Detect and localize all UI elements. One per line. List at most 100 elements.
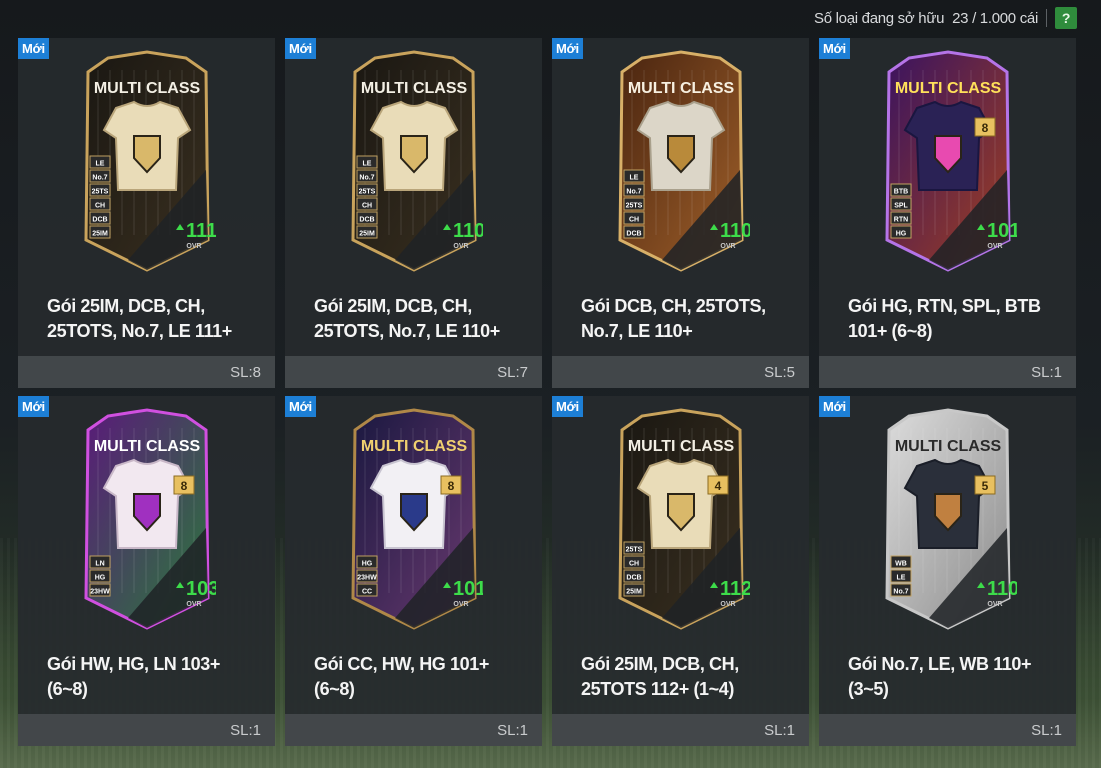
- card-ovr: 101: [987, 220, 1017, 242]
- class-tag-label: CH: [362, 203, 372, 210]
- pack-item[interactable]: Mới MULTI CLASS 8 LN HG 23HW 103 OVR Gói HW, H…: [18, 396, 275, 746]
- card-ovr: 110: [720, 220, 750, 242]
- pack-title-line-1: Gói HW, HG, LN 103+: [47, 654, 220, 674]
- class-tag-label: HG: [95, 575, 106, 582]
- card-svg: MULTI CLASS 8 HG 23HW CC 101OVR: [351, 408, 483, 630]
- class-tag-label: WB: [895, 561, 907, 568]
- card-svg: MULTI CLASS 8 BTB SPL RTN HG 101OVR: [885, 50, 1017, 272]
- card-ovr: 111: [186, 220, 216, 242]
- pack-item[interactable]: Mới MULTI CLASS 8 BTB SPL RTN HG 101 OVR Gói HG…: [819, 38, 1076, 388]
- class-tag-label: CH: [95, 203, 105, 210]
- class-tag-label: LE: [897, 575, 906, 582]
- pack-item[interactable]: Mới MULTI CLASS 5 WB LE No.7 110 OVR Gói No.7,…: [819, 396, 1076, 746]
- card-svg: MULTI CLASS LE No.7 25TS CH DCB 25IM 111OVR: [84, 50, 216, 272]
- card-ovr: 112: [720, 578, 750, 600]
- class-tag-label: LE: [363, 161, 372, 168]
- card-level: 8: [448, 479, 455, 493]
- card-ovr-label: OVR: [186, 243, 201, 250]
- player-card-image: MULTI CLASS LE No.7 25TS CH DCB 25IM 110 OVR: [345, 50, 483, 272]
- pack-title: Gói HG, RTN, SPL, BTB 101+ (6~8): [848, 294, 1063, 344]
- pack-footer: SL:1: [552, 714, 809, 746]
- pack-title: Gói HW, HG, LN 103+ (6~8): [47, 652, 262, 702]
- class-tag-label: 25TS: [626, 547, 643, 554]
- class-tag-label: 23HW: [90, 589, 110, 596]
- player-card-image: MULTI CLASS LE No.7 25TS CH DCB 25IM 111 OVR: [78, 50, 216, 272]
- card-svg: MULTI CLASS 8 LN HG 23HW 103OVR: [84, 408, 216, 630]
- help-button[interactable]: ?: [1055, 7, 1077, 29]
- player-card-image: MULTI CLASS 8 LN HG 23HW 103 OVR: [78, 408, 216, 630]
- card-ovr-label: OVR: [720, 601, 735, 608]
- player-card-image: MULTI CLASS 5 WB LE No.7 110 OVR: [879, 408, 1017, 630]
- class-tag-label: DCB: [359, 217, 374, 224]
- class-tag-label: LE: [96, 161, 105, 168]
- player-card-image: MULTI CLASS 8 HG 23HW CC 101 OVR: [345, 408, 483, 630]
- pack-title-line-2: (6~8): [47, 679, 88, 699]
- pack-footer: SL:1: [285, 714, 542, 746]
- card-level: 5: [982, 479, 989, 493]
- owned-count: 23 / 1.000 cái: [952, 9, 1038, 27]
- card-ovr-label: OVR: [720, 243, 735, 250]
- class-tag-label: CC: [362, 589, 372, 596]
- class-tag-label: No.7: [893, 589, 908, 596]
- pack-item[interactable]: Mới MULTI CLASS LE No.7 25TS CH DCB 25IM 110 OVR…: [285, 38, 542, 388]
- class-tag-label: CH: [629, 217, 639, 224]
- new-badge: Mới: [18, 396, 49, 417]
- pack-grid: Mới MULTI CLASS LE No.7 25TS CH DCB 25IM 111 OVR…: [18, 38, 1076, 746]
- pack-footer: SL:7: [285, 356, 542, 388]
- pack-title-line-2: 101+ (6~8): [848, 321, 933, 341]
- class-tag-label: 25IM: [626, 589, 642, 596]
- new-badge: Mới: [552, 396, 583, 417]
- pack-item[interactable]: Mới MULTI CLASS LE No.7 25TS CH DCB 25IM 111 OVR…: [18, 38, 275, 388]
- card-class-label: MULTI CLASS: [895, 80, 1002, 97]
- pack-title-line-1: Gói DCB, CH, 25TOTS,: [581, 296, 766, 316]
- card-ovr-label: OVR: [186, 601, 201, 608]
- card-ovr-label: OVR: [987, 243, 1002, 250]
- class-tag-label: No.7: [92, 175, 107, 182]
- class-tag-label: CH: [629, 561, 639, 568]
- new-badge: Mới: [819, 38, 850, 59]
- pack-title-line-2: 25TOTS, No.7, LE 111+: [47, 321, 232, 341]
- card-class-label: MULTI CLASS: [361, 80, 468, 97]
- card-ovr: 101: [453, 578, 483, 600]
- pack-footer: SL:1: [18, 714, 275, 746]
- pack-title: Gói No.7, LE, WB 110+ (3~5): [848, 652, 1063, 702]
- new-badge: Mới: [819, 396, 850, 417]
- class-tag-label: LN: [95, 561, 104, 568]
- card-ovr-label: OVR: [987, 601, 1002, 608]
- pack-title: Gói CC, HW, HG 101+ (6~8): [314, 652, 529, 702]
- class-tag-label: DCB: [626, 575, 641, 582]
- pack-title-line-2: 25TOTS, No.7, LE 110+: [314, 321, 500, 341]
- card-class-label: MULTI CLASS: [361, 438, 468, 455]
- collection-header: Số loại đang sở hữu 23 / 1.000 cái ?: [814, 6, 1077, 30]
- card-class-label: MULTI CLASS: [628, 438, 735, 455]
- card-ovr-label: OVR: [453, 601, 468, 608]
- class-tag-label: HG: [362, 561, 373, 568]
- card-level: 4: [715, 479, 722, 493]
- pack-title-line-1: Gói 25IM, DCB, CH,: [581, 654, 739, 674]
- pack-item[interactable]: Mới MULTI CLASS 8 HG 23HW CC 101 OVR Gói CC, H…: [285, 396, 542, 746]
- new-badge: Mới: [285, 38, 316, 59]
- pack-title-line-2: (3~5): [848, 679, 889, 699]
- class-tag-label: 25TS: [92, 189, 109, 196]
- owned-label: Số loại đang sở hữu: [814, 9, 945, 27]
- pack-title: Gói 25IM, DCB, CH, 25TOTS, No.7, LE 110+: [314, 294, 529, 344]
- card-level: 8: [982, 121, 989, 135]
- pack-title-line-2: (6~8): [314, 679, 355, 699]
- pack-title-line-1: Gói No.7, LE, WB 110+: [848, 654, 1032, 674]
- pack-quantity: SL:5: [764, 363, 795, 381]
- card-svg: MULTI CLASS LE No.7 25TS CH DCB 25IM 110OVR: [351, 50, 483, 272]
- pack-footer: SL:1: [819, 714, 1076, 746]
- card-ovr: 110: [987, 578, 1017, 600]
- pack-title-line-2: No.7, LE 110+: [581, 321, 693, 341]
- class-tag-label: 25IM: [359, 231, 375, 238]
- header-divider: [1046, 9, 1047, 27]
- card-svg: MULTI CLASS LE No.7 25TS CH DCB 110OVR: [618, 50, 750, 272]
- pack-footer: SL:1: [819, 356, 1076, 388]
- class-tag-label: SPL: [894, 203, 908, 210]
- pack-item[interactable]: Mới MULTI CLASS LE No.7 25TS CH DCB 110 OVR Gói…: [552, 38, 809, 388]
- pack-item[interactable]: Mới MULTI CLASS 4 25TS CH DCB 25IM 112 OVR Gói …: [552, 396, 809, 746]
- player-card-image: MULTI CLASS LE No.7 25TS CH DCB 110 OVR: [612, 50, 750, 272]
- card-class-label: MULTI CLASS: [94, 80, 201, 97]
- pack-quantity: SL:1: [230, 721, 261, 739]
- class-tag-label: No.7: [626, 189, 641, 196]
